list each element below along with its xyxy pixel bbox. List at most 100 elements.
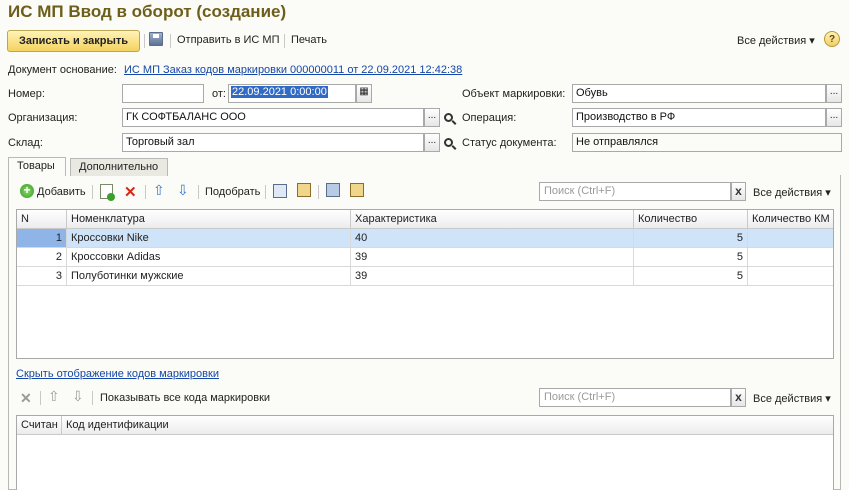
codes-search-clear-button[interactable]: x — [731, 388, 746, 407]
all-actions-menu[interactable]: Все действия ▾ — [737, 34, 815, 47]
toolbar-divider — [265, 185, 266, 199]
warehouse-select-button[interactable]: ... — [424, 133, 440, 152]
tab-additional[interactable]: Дополнительно — [70, 158, 168, 176]
nomenclature-cell: Кроссовки Adidas — [67, 248, 351, 266]
column-header[interactable]: Номенклатура — [67, 210, 351, 228]
km-quantity-cell — [748, 267, 833, 285]
goods-search-input[interactable]: Поиск (Ctrl+F) — [539, 182, 731, 201]
window-title: ИС МП Ввод в оборот (создание) — [8, 2, 287, 21]
characteristic-cell: 39 — [351, 248, 634, 266]
column-header[interactable]: Количество КМ — [748, 210, 833, 228]
column-header[interactable]: Количество — [634, 210, 748, 228]
status-field: Не отправлялся — [572, 133, 842, 152]
move-down-icon[interactable]: ⇩ — [177, 182, 189, 199]
column-header[interactable]: N — [17, 210, 67, 228]
paste-rows-icon[interactable] — [350, 183, 364, 197]
add-button[interactable]: Добавить — [37, 186, 86, 198]
add-icon[interactable]: + — [20, 184, 34, 198]
goods-search-clear-button[interactable]: x — [731, 182, 746, 201]
toolbar-divider — [198, 185, 199, 199]
object-label: Объект маркировки: — [462, 88, 566, 100]
tab-goods[interactable]: Товары — [8, 157, 66, 176]
all-actions-label: Все действия — [753, 187, 823, 199]
move-up-icon[interactable]: ⇧ — [153, 182, 165, 199]
table-row[interactable]: 2 Кроссовки Adidas 39 5 — [17, 248, 833, 267]
paste-icon[interactable] — [297, 183, 311, 197]
toolbar-divider — [318, 185, 319, 199]
table-row[interactable]: 3 Полуботинки мужские 39 5 — [17, 267, 833, 286]
row-number: 1 — [17, 229, 67, 247]
operation-field[interactable]: Производство в РФ — [572, 108, 826, 127]
km-quantity-cell — [748, 248, 833, 266]
warehouse-field[interactable]: Торговый зал — [122, 133, 424, 152]
codes-search-input[interactable]: Поиск (Ctrl+F) — [539, 388, 731, 407]
toolbar-divider — [145, 185, 146, 199]
toolbar-divider — [284, 34, 285, 48]
marking-object-field[interactable]: Обувь — [572, 84, 826, 103]
all-actions-label: Все действия — [753, 393, 823, 405]
column-header[interactable]: Код идентификации — [62, 416, 833, 434]
codes-table[interactable]: Считан Код идентификации — [16, 415, 834, 490]
calendar-icon[interactable]: ▦ — [356, 84, 372, 103]
goods-table[interactable]: N Номенклатура Характеристика Количество… — [16, 209, 834, 359]
chevron-down-icon: ▾ — [825, 187, 831, 199]
characteristic-cell: 39 — [351, 267, 634, 285]
nomenclature-cell: Кроссовки Nike — [67, 229, 351, 247]
basis-label: Документ основание: — [8, 64, 117, 76]
marking-object-select-button[interactable]: ... — [826, 84, 842, 103]
organization-search-icon[interactable] — [440, 108, 456, 127]
date-field[interactable]: 22.09.2021 0:00:00 — [228, 84, 356, 103]
nomenclature-cell: Полуботинки мужские — [67, 267, 351, 285]
characteristic-cell: 40 — [351, 229, 634, 247]
date-value: 22.09.2021 0:00:00 — [231, 86, 328, 98]
help-icon[interactable]: ? — [824, 31, 840, 47]
km-quantity-cell — [748, 229, 833, 247]
quantity-cell: 5 — [634, 248, 748, 266]
date-label: от: — [212, 88, 226, 100]
save-icon[interactable] — [149, 32, 163, 46]
toolbar-divider — [40, 391, 41, 405]
table-header: N Номенклатура Характеристика Количество… — [17, 210, 833, 229]
operation-select-button[interactable]: ... — [826, 108, 842, 127]
quantity-cell: 5 — [634, 267, 748, 285]
show-all-codes-button[interactable]: Показывать все кода маркировки — [100, 392, 270, 404]
send-to-is-mp-button[interactable]: Отправить в ИС МП — [177, 34, 279, 46]
organization-label: Организация: — [8, 112, 78, 124]
number-field[interactable] — [122, 84, 204, 103]
column-header[interactable]: Считан — [17, 416, 62, 434]
warehouse-search-icon[interactable] — [440, 133, 456, 152]
print-button[interactable]: Печать — [291, 34, 327, 46]
delete-code-icon: ✕ — [20, 390, 32, 406]
copy-row-icon[interactable] — [100, 184, 115, 201]
table-row[interactable]: 1 Кроссовки Nike 40 5 — [17, 229, 833, 248]
move-up-icon: ⇧ — [48, 388, 60, 404]
chevron-down-icon: ▾ — [809, 35, 815, 47]
organization-field[interactable]: ГК СОФТБАЛАНС ООО — [122, 108, 424, 127]
delete-icon[interactable]: ✕ — [124, 183, 137, 201]
codes-all-actions-menu[interactable]: Все действия ▾ — [753, 392, 831, 405]
hide-marking-codes-link[interactable]: Скрыть отображение кодов маркировки — [16, 368, 219, 380]
toolbar-divider — [170, 34, 171, 48]
row-number: 2 — [17, 248, 67, 266]
chevron-down-icon: ▾ — [825, 393, 831, 405]
toolbar-divider — [92, 391, 93, 405]
basis-document-link[interactable]: ИС МП Заказ кодов маркировки 000000011 о… — [124, 64, 462, 76]
copy-rows-icon[interactable] — [326, 183, 340, 197]
row-number: 3 — [17, 267, 67, 285]
move-down-icon: ⇩ — [72, 388, 84, 404]
column-header[interactable]: Характеристика — [351, 210, 634, 228]
toolbar-divider — [144, 34, 145, 48]
organization-select-button[interactable]: ... — [424, 108, 440, 127]
warehouse-label: Склад: — [8, 137, 43, 149]
status-label: Статус документа: — [462, 137, 557, 149]
toolbar-divider — [92, 185, 93, 199]
table-header: Считан Код идентификации — [17, 416, 833, 435]
save-and-close-button[interactable]: Записать и закрыть — [7, 30, 140, 52]
operation-label: Операция: — [462, 112, 517, 124]
quantity-cell: 5 — [634, 229, 748, 247]
copy-icon[interactable] — [273, 184, 287, 198]
pick-button[interactable]: Подобрать — [205, 186, 260, 198]
all-actions-label: Все действия — [737, 35, 807, 47]
number-label: Номер: — [8, 88, 45, 100]
goods-all-actions-menu[interactable]: Все действия ▾ — [753, 186, 831, 199]
